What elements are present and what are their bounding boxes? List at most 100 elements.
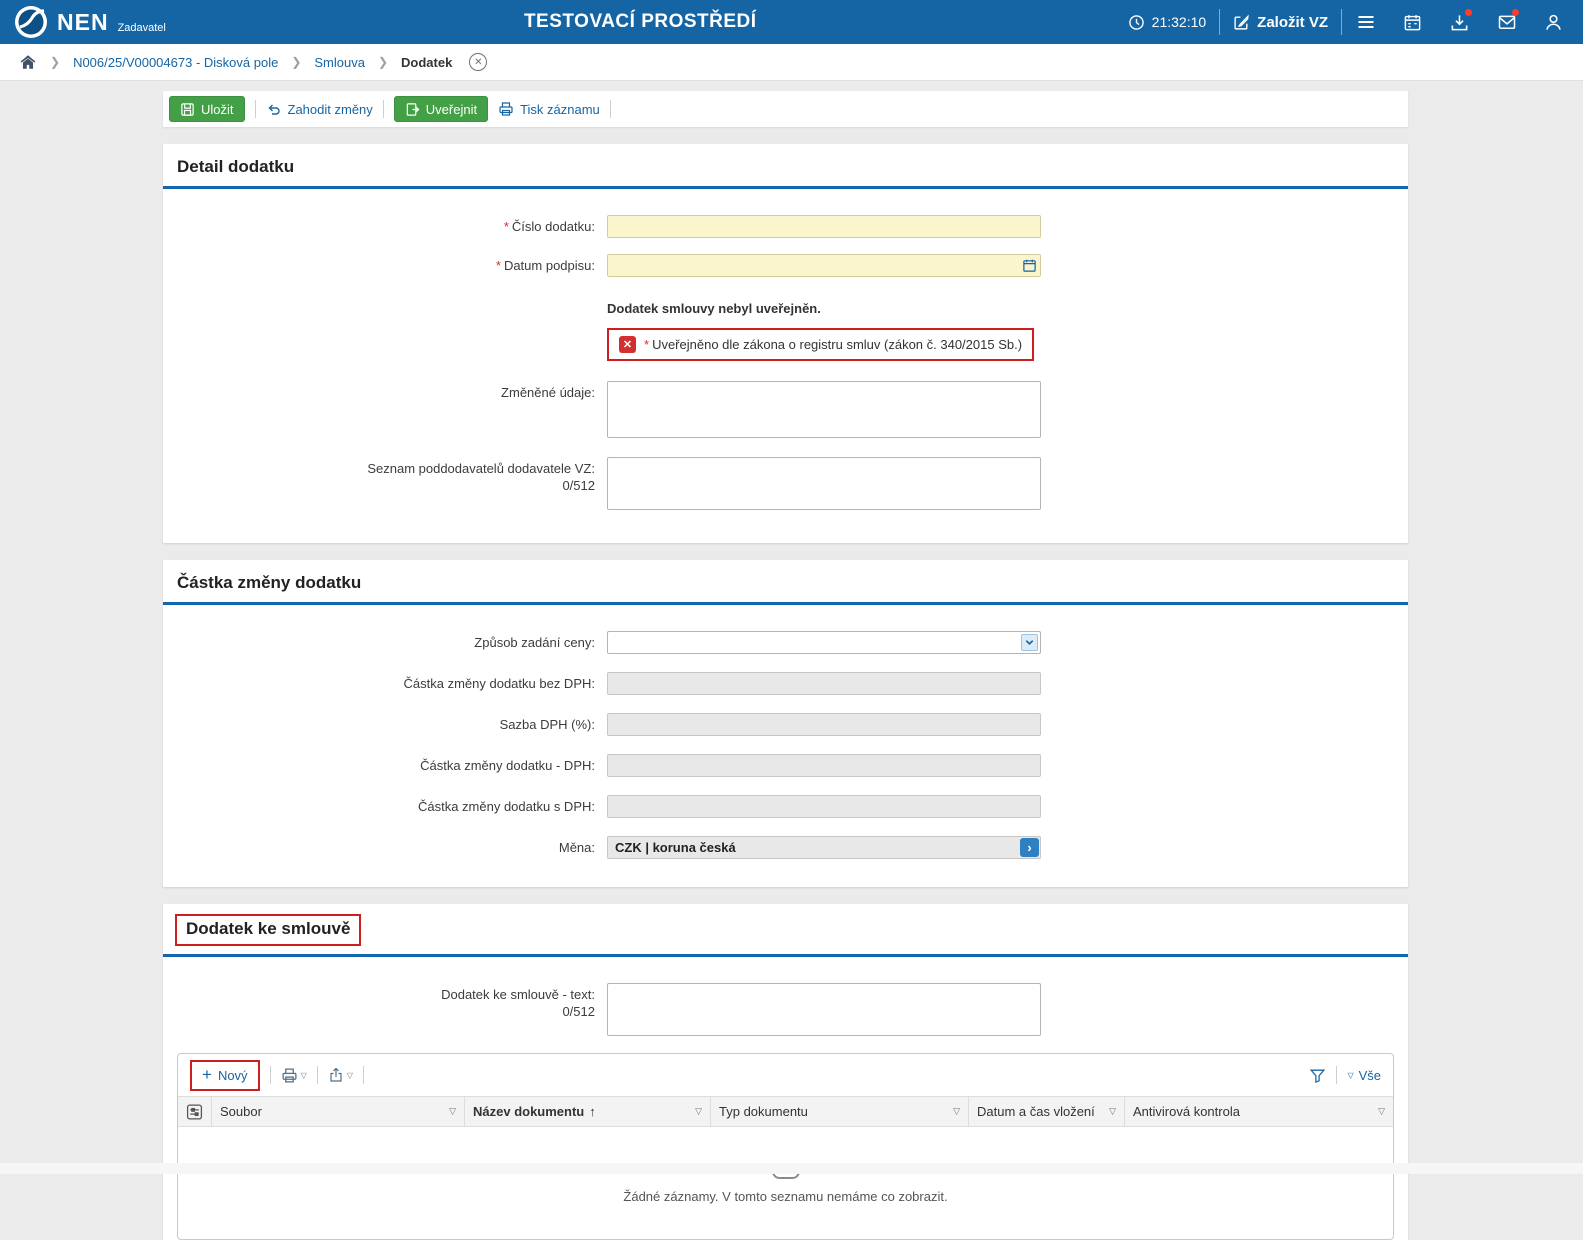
form-row: Částka změny dodatku s DPH: <box>163 795 1408 818</box>
zpusob-zadani-ceny-select[interactable] <box>607 631 1041 654</box>
detail-dodatku-panel: Detail dodatku *Číslo dodatku: *Datum po… <box>163 144 1408 543</box>
brand-name: NEN <box>57 5 109 39</box>
separator <box>270 1066 271 1084</box>
menu-button[interactable] <box>1342 0 1389 44</box>
chevron-right-icon[interactable]: › <box>1020 838 1039 857</box>
sazba-dph-input <box>607 713 1041 736</box>
downloads-button[interactable] <box>1436 0 1483 44</box>
filter-icon[interactable] <box>1309 1067 1326 1084</box>
field-label: *Datum podpisu: <box>163 254 607 277</box>
field-label: Částka změny dodatku - DPH: <box>163 754 607 777</box>
session-timer: 21:32:10 <box>1115 0 1220 44</box>
calendar-button[interactable] <box>1389 0 1436 44</box>
breadcrumb-item-vz[interactable]: N006/25/V00004673 - Disková pole <box>73 55 278 70</box>
dodatek-text-textarea[interactable] <box>607 983 1041 1036</box>
publish-icon <box>405 102 420 117</box>
seznam-poddodavatelu-textarea[interactable] <box>607 457 1041 510</box>
field-label: Sazba DPH (%): <box>163 713 607 736</box>
required-marker: * <box>496 258 501 273</box>
column-header-datum[interactable]: Datum a čas vložení ▽ <box>969 1097 1125 1126</box>
castka-s-dph-input <box>607 795 1041 818</box>
undo-icon <box>266 101 282 117</box>
field-label: Měna: <box>163 836 607 859</box>
form-row: Částka změny dodatku - DPH: <box>163 754 1408 777</box>
form-row: Částka změny dodatku bez DPH: <box>163 672 1408 695</box>
save-icon <box>180 102 195 117</box>
field-label: Částka změny dodatku s DPH: <box>163 795 607 818</box>
section-title: Částka změny dodatku <box>163 560 1408 602</box>
separator <box>1336 1066 1337 1084</box>
print-record-button[interactable]: Tisk záznamu <box>498 101 600 117</box>
person-icon <box>1544 13 1563 32</box>
column-header-antivir[interactable]: Antivirová kontrola ▽ <box>1125 1097 1393 1126</box>
table-settings-button[interactable] <box>178 1097 212 1126</box>
cislo-dodatku-input[interactable] <box>607 215 1041 238</box>
printer-icon <box>281 1067 298 1084</box>
form-row: Měna: CZK | koruna česká › <box>163 836 1408 859</box>
sort-asc-icon[interactable]: ↑ <box>589 1104 596 1119</box>
hamburger-icon <box>1356 12 1376 32</box>
edit-icon <box>1233 14 1250 31</box>
form-row: Sazba DPH (%): <box>163 713 1408 736</box>
discard-changes-button[interactable]: Zahodit změny <box>266 101 373 117</box>
notification-badge <box>1512 9 1519 16</box>
messages-button[interactable] <box>1483 0 1530 44</box>
chevron-separator-icon: ❯ <box>50 55 60 69</box>
brand-role-label: Zadavatel <box>118 22 166 39</box>
form-row: Dodatek ke smlouvě - text: 0/512 <box>163 983 1408 1039</box>
column-header-typ[interactable]: Typ dokumentu ▽ <box>711 1097 969 1126</box>
castka-bez-dph-input <box>607 672 1041 695</box>
datepicker-calendar-icon[interactable] <box>1022 258 1037 273</box>
column-filter-icon[interactable]: ▽ <box>1372 1106 1385 1117</box>
chevron-down-icon[interactable] <box>1021 634 1038 651</box>
publish-button[interactable]: Uveřejnit <box>394 96 488 122</box>
zmenene-udaje-textarea[interactable] <box>607 381 1041 438</box>
form-row: Seznam poddodavatelů dodavatele VZ: 0/51… <box>163 457 1408 513</box>
char-counter: 0/512 <box>163 477 595 494</box>
user-profile-button[interactable] <box>1530 0 1577 44</box>
form-row: *Datum podpisu: <box>163 254 1408 277</box>
column-header-nazev[interactable]: Název dokumentu ↑ ▽ <box>465 1097 711 1126</box>
column-filter-icon[interactable]: ▽ <box>689 1106 702 1117</box>
environment-title: TESTOVACÍ PROSTŘEDÍ <box>166 11 1115 33</box>
datum-podpisu-input[interactable] <box>607 254 1041 277</box>
close-icon[interactable]: ✕ <box>469 53 487 71</box>
table-empty-state: Žádné záznamy. V tomto seznamu nemáme co… <box>178 1127 1393 1239</box>
chevron-separator-icon: ❯ <box>291 55 301 69</box>
main-content: Uložit Zahodit změny Uveřejnit Tisk zázn… <box>163 91 1408 1240</box>
export-button[interactable]: ▽ <box>328 1067 353 1083</box>
chevron-separator-icon: ❯ <box>378 55 388 69</box>
column-filter-icon[interactable]: ▽ <box>947 1106 960 1117</box>
breadcrumb-item-smlouva[interactable]: Smlouva <box>314 55 365 70</box>
char-counter: 0/512 <box>163 1003 595 1020</box>
section-title: Detail dodatku <box>163 144 1408 186</box>
separator <box>383 100 384 118</box>
create-vz-button[interactable]: Založit VZ <box>1220 0 1341 44</box>
print-table-button[interactable]: ▽ <box>281 1067 307 1084</box>
top-bar-actions: 21:32:10 Založit VZ <box>1115 0 1577 44</box>
field-label: Změněné údaje: <box>163 381 607 441</box>
column-filter-icon[interactable]: ▽ <box>1103 1106 1116 1117</box>
show-all-filter-button[interactable]: ▽ Vše <box>1347 1068 1381 1083</box>
separator <box>363 1066 364 1084</box>
plus-icon: + <box>202 1068 212 1082</box>
dropdown-triangle-icon: ▽ <box>301 1071 307 1080</box>
save-button[interactable]: Uložit <box>169 96 245 122</box>
notification-badge <box>1465 9 1472 16</box>
printer-icon <box>498 101 514 117</box>
nen-brand[interactable]: NEN Zadavatel <box>14 5 166 39</box>
column-header-soubor[interactable]: Soubor ▽ <box>212 1097 465 1126</box>
dropdown-triangle-icon: ▽ <box>347 1071 353 1080</box>
red-cross-indicator-icon[interactable]: ✕ <box>619 336 636 353</box>
publication-status-text: Dodatek smlouvy nebyl uveřejněn. <box>607 301 1408 316</box>
new-document-button[interactable]: + Nový <box>190 1060 260 1091</box>
share-icon <box>328 1067 344 1083</box>
field-label: Způsob zadání ceny: <box>163 631 607 654</box>
table-toolbar: + Nový ▽ ▽ <box>178 1054 1393 1096</box>
dropdown-triangle-icon: ▽ <box>1347 1071 1353 1080</box>
column-filter-icon[interactable]: ▽ <box>443 1106 456 1117</box>
form-row: *Číslo dodatku: <box>163 215 1408 238</box>
home-icon[interactable] <box>19 53 37 71</box>
separator <box>255 100 256 118</box>
mena-field[interactable]: CZK | koruna česká <box>607 836 1041 859</box>
